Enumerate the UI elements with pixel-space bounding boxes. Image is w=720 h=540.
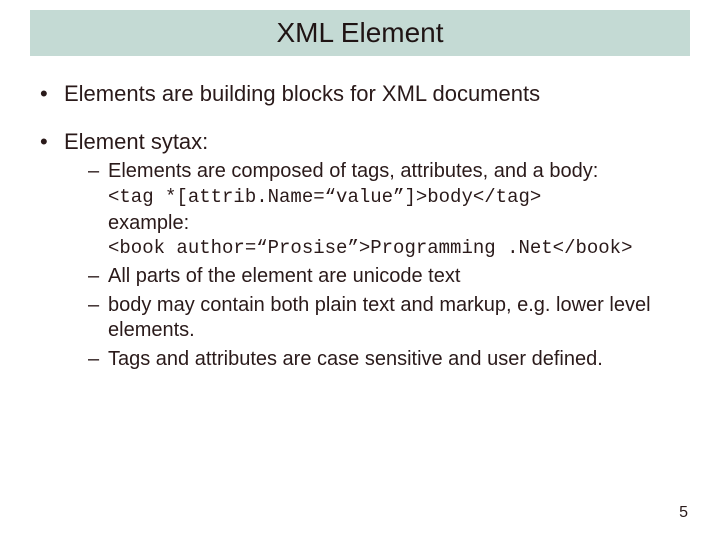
bullet-level2: All parts of the element are unicode tex…: [88, 264, 680, 289]
example-label: example:: [108, 211, 680, 235]
bullet-text: Tags and attributes are case sensitive a…: [108, 348, 603, 370]
bullet-text: Element sytax:: [64, 129, 208, 154]
page-number: 5: [679, 504, 688, 522]
slide-title-band: XML Element: [30, 10, 690, 56]
sub-bullet-group: Elements are composed of tags, attribute…: [40, 159, 680, 372]
bullet-text: All parts of the element are unicode tex…: [108, 265, 460, 287]
bullet-level2: Elements are composed of tags, attribute…: [88, 159, 680, 260]
bullet-text: body may contain both plain text and mar…: [108, 294, 651, 341]
bullet-text: Elements are composed of tags, attribute…: [108, 160, 598, 182]
bullet-level1: Elements are building blocks for XML doc…: [40, 80, 680, 108]
code-line: <book author=“Prosise”>Programming .Net<…: [108, 237, 680, 260]
bullet-level2: body may contain both plain text and mar…: [88, 293, 680, 343]
bullet-text: Elements are building blocks for XML doc…: [64, 81, 540, 106]
bullet-level2: Tags and attributes are case sensitive a…: [88, 347, 680, 372]
bullet-level1: Element sytax:: [40, 128, 680, 156]
code-line: <tag *[attrib.Name=“value”]>body</tag>: [108, 186, 680, 209]
slide-title: XML Element: [276, 17, 443, 49]
slide-content: Elements are building blocks for XML doc…: [40, 66, 680, 372]
